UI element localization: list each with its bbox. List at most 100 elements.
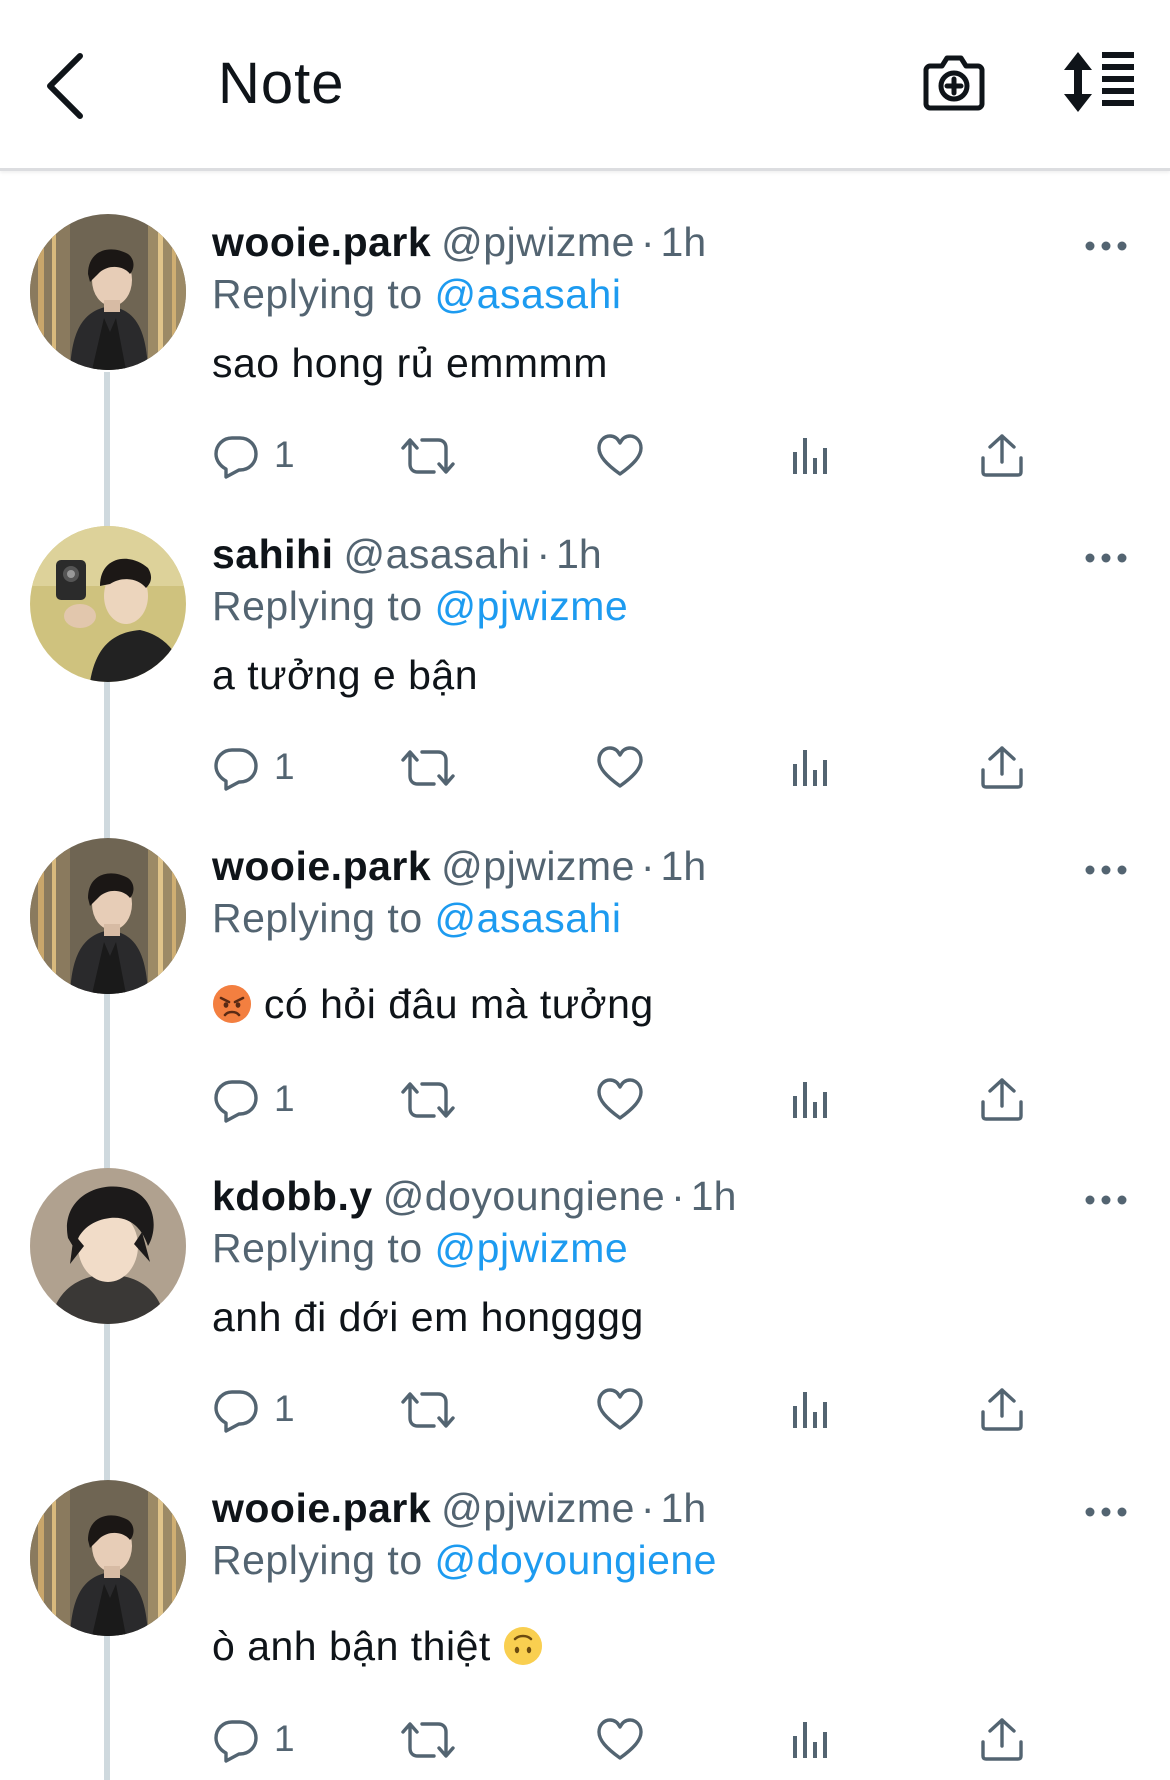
sort-button[interactable] xyxy=(1058,50,1138,114)
retweet-icon xyxy=(400,1386,456,1434)
share-icon xyxy=(978,432,1026,480)
more-options-button[interactable] xyxy=(1084,862,1128,878)
reply-count: 1 xyxy=(274,1718,295,1759)
reply-count: 1 xyxy=(274,1078,295,1119)
tweet-text-content: ò anh bận thiệt xyxy=(212,1623,491,1669)
tweet-text-content: anh đi dới em hongggg xyxy=(212,1294,644,1340)
tweet-header: wooie.park @pjwizme · 1h xyxy=(212,838,706,894)
reply-target-link[interactable]: @doyoungiene xyxy=(435,1537,717,1583)
reply-target-link[interactable]: @pjwizme xyxy=(435,1225,629,1271)
action-bar: 1 xyxy=(212,1070,1062,1130)
retweet-icon xyxy=(400,1076,456,1124)
like-icon xyxy=(596,1716,644,1764)
replying-label: Replying to xyxy=(212,1225,423,1271)
share-icon xyxy=(978,744,1026,792)
separator-dot: · xyxy=(640,843,655,889)
reply-icon xyxy=(212,1076,260,1124)
replying-label: Replying to xyxy=(212,1537,423,1583)
reply-icon xyxy=(212,432,260,480)
reply-count: 1 xyxy=(274,1388,295,1429)
tweet-header: wooie.park @pjwizme · 1h xyxy=(212,1480,706,1536)
tweet-text: anh đi dới em hongggg xyxy=(212,1289,644,1345)
display-name[interactable]: wooie.park xyxy=(212,843,431,889)
action-bar: 1 xyxy=(212,738,1062,798)
action-bar: 1 xyxy=(212,1380,1062,1440)
share-icon xyxy=(978,1716,1026,1764)
like-icon xyxy=(596,1386,644,1434)
display-name[interactable]: sahihi xyxy=(212,531,333,577)
more-horizontal-icon xyxy=(1084,1192,1128,1208)
tweet-text: a tưởng e bận xyxy=(212,647,478,703)
retweet-icon xyxy=(400,744,456,792)
replying-label: Replying to xyxy=(212,895,423,941)
reply-target-link[interactable]: @asasahi xyxy=(435,271,622,317)
display-name[interactable]: wooie.park xyxy=(212,219,431,265)
separator-dot: · xyxy=(671,1173,685,1219)
page-title: Note xyxy=(218,51,345,116)
angry-face-emoji xyxy=(212,984,252,1024)
replying-label: Replying to xyxy=(212,583,423,629)
more-options-button[interactable] xyxy=(1084,550,1128,566)
replying-to: Replying to @doyoungiene xyxy=(212,1532,717,1588)
separator-dot: · xyxy=(640,1485,655,1531)
reply-target-link[interactable]: @pjwizme xyxy=(435,583,629,629)
avatar-wooie xyxy=(30,838,186,994)
retweet-icon xyxy=(400,432,456,480)
reply-count: 1 xyxy=(274,434,295,475)
avatar[interactable] xyxy=(30,838,186,994)
tweet-text: sao hong rủ emmmm xyxy=(212,335,608,391)
timestamp: 1h xyxy=(660,219,707,265)
replying-to: Replying to @asasahi xyxy=(212,890,621,946)
tweet-text: có hỏi đâu mà tưởng xyxy=(212,976,654,1032)
tweet-header: kdobb.y @doyoungiene · 1h xyxy=(212,1168,736,1224)
handle[interactable]: @doyoungiene xyxy=(383,1173,665,1219)
more-options-button[interactable] xyxy=(1084,1504,1128,1520)
analytics-icon xyxy=(788,1716,836,1764)
back-button[interactable] xyxy=(38,46,98,126)
display-name[interactable]: kdobb.y xyxy=(212,1173,373,1219)
replying-to: Replying to @pjwizme xyxy=(212,1220,628,1276)
analytics-icon xyxy=(788,1076,836,1124)
reply-icon xyxy=(212,1386,260,1434)
tweet-text: ò anh bận thiệt xyxy=(212,1618,543,1674)
separator-dot: · xyxy=(536,531,551,577)
share-icon xyxy=(978,1076,1026,1124)
like-icon xyxy=(596,432,644,480)
camera-plus-icon xyxy=(923,55,985,111)
analytics-icon xyxy=(788,432,836,480)
reply-icon xyxy=(212,744,260,792)
analytics-icon xyxy=(788,744,836,792)
more-options-button[interactable] xyxy=(1084,1192,1128,1208)
reply-target-link[interactable]: @asasahi xyxy=(435,895,622,941)
avatar[interactable] xyxy=(30,526,186,682)
avatar[interactable] xyxy=(30,1168,186,1324)
more-horizontal-icon xyxy=(1084,550,1128,566)
timestamp: 1h xyxy=(660,843,707,889)
upside-down-face-emoji xyxy=(503,1626,543,1666)
display-name[interactable]: wooie.park xyxy=(212,1485,431,1531)
separator-dot: · xyxy=(640,219,655,265)
avatar-wooie xyxy=(30,214,186,370)
action-bar: 1 xyxy=(212,1710,1062,1770)
handle[interactable]: @pjwizme xyxy=(441,1485,635,1531)
analytics-icon xyxy=(788,1386,836,1434)
top-bar: Note xyxy=(0,0,1170,171)
handle[interactable]: @pjwizme xyxy=(441,219,635,265)
timestamp: 1h xyxy=(690,1173,737,1219)
avatar[interactable] xyxy=(30,1480,186,1636)
avatar-sahihi xyxy=(30,526,186,682)
avatar-wooie xyxy=(30,1480,186,1636)
tweet-header: sahihi @asasahi · 1h xyxy=(212,526,602,582)
avatar-kdobb xyxy=(30,1168,186,1324)
tweet-text-content: a tưởng e bận xyxy=(212,652,479,698)
timestamp: 1h xyxy=(556,531,602,577)
more-options-button[interactable] xyxy=(1084,238,1128,254)
avatar[interactable] xyxy=(30,214,186,370)
more-horizontal-icon xyxy=(1084,862,1128,878)
tweet-text-content: sao hong rủ emmmm xyxy=(212,340,608,386)
camera-button[interactable] xyxy=(922,50,986,114)
handle[interactable]: @pjwizme xyxy=(441,843,635,889)
handle[interactable]: @asasahi xyxy=(343,531,530,577)
more-horizontal-icon xyxy=(1084,238,1128,254)
chevron-left-icon xyxy=(47,53,83,119)
